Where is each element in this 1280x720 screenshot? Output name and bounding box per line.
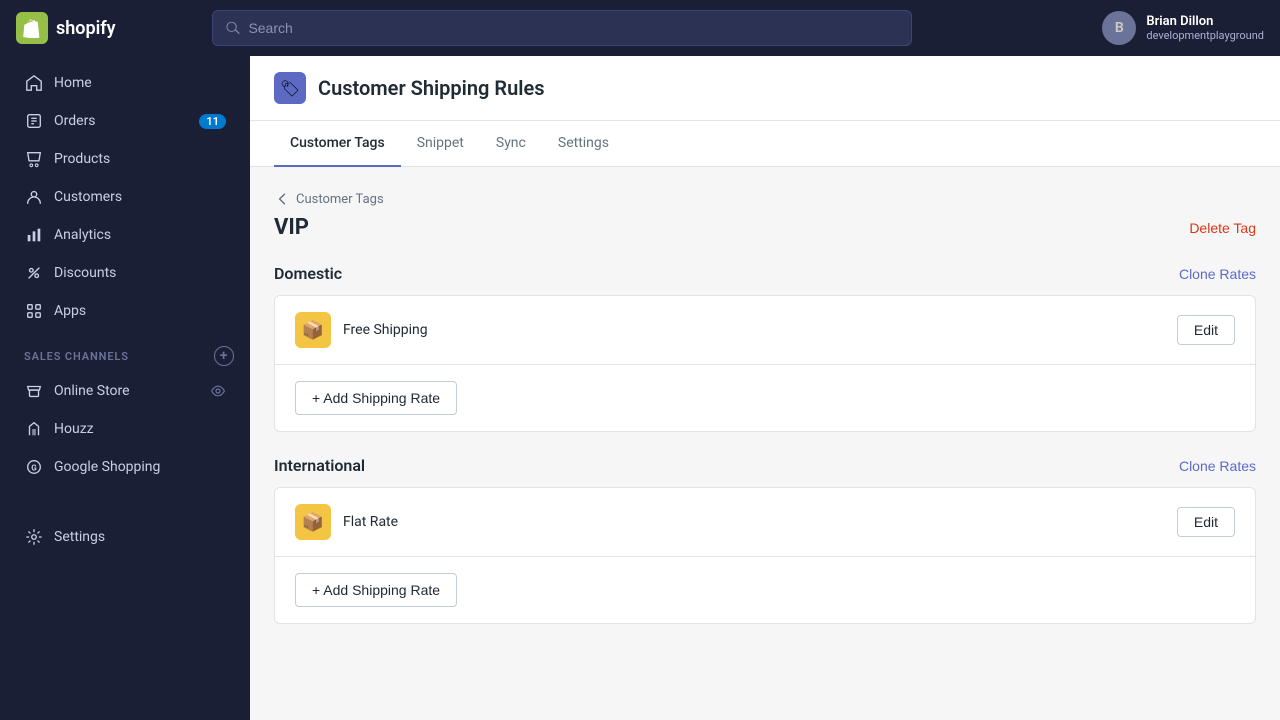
inner-content: Customer Tags VIP Delete Tag Domestic Cl… <box>250 167 1280 672</box>
international-edit-button[interactable]: Edit <box>1177 507 1235 537</box>
tag-title-row: VIP Delete Tag <box>274 215 1256 240</box>
sidebar-item-analytics[interactable]: Analytics <box>8 216 242 254</box>
svg-text:G: G <box>31 463 37 473</box>
sidebar-item-discounts-label: Discounts <box>54 265 116 281</box>
sidebar-item-online-store[interactable]: Online Store <box>8 372 242 410</box>
page-header-icon: 🏷 <box>274 72 306 104</box>
domestic-section-title: Domestic <box>274 264 342 283</box>
page-header: 🏷 Customer Shipping Rules <box>250 56 1280 121</box>
domestic-add-rate-row: + Add Shipping Rate <box>275 365 1255 431</box>
domestic-section-header: Domestic Clone Rates <box>274 264 1256 283</box>
sidebar-item-customers[interactable]: Customers <box>8 178 242 216</box>
products-icon <box>24 149 44 169</box>
user-sub: developmentplayground <box>1146 29 1264 42</box>
international-rate-icon: 📦 <box>295 504 331 540</box>
international-add-rate-row: + Add Shipping Rate <box>275 557 1255 623</box>
logo-text: shopify <box>56 18 116 39</box>
sidebar-item-apps-label: Apps <box>54 303 86 319</box>
sidebar-item-products[interactable]: Products <box>8 140 242 178</box>
domestic-rate-name: Free Shipping <box>343 322 1165 338</box>
eye-icon[interactable] <box>210 383 226 399</box>
international-rate-row: 📦 Flat Rate Edit <box>275 488 1255 557</box>
sidebar-item-home[interactable]: Home <box>8 64 242 102</box>
domestic-edit-button[interactable]: Edit <box>1177 315 1235 345</box>
domestic-add-rate-button[interactable]: + Add Shipping Rate <box>295 381 457 415</box>
logo-area: shopify <box>16 12 196 44</box>
analytics-icon <box>24 225 44 245</box>
settings-icon <box>24 527 44 547</box>
international-add-rate-button[interactable]: + Add Shipping Rate <box>295 573 457 607</box>
home-icon <box>24 73 44 93</box>
breadcrumb-link[interactable]: Customer Tags <box>296 192 384 207</box>
international-clone-rates-button[interactable]: Clone Rates <box>1179 458 1256 474</box>
sidebar-item-orders-label: Orders <box>54 113 96 129</box>
avatar: B <box>1102 11 1136 45</box>
tab-sync[interactable]: Sync <box>480 121 542 167</box>
tab-settings[interactable]: Settings <box>542 121 625 167</box>
search-icon <box>225 20 240 36</box>
domestic-clone-rates-button[interactable]: Clone Rates <box>1179 266 1256 282</box>
domestic-rate-icon: 📦 <box>295 312 331 348</box>
sidebar-item-customers-label: Customers <box>54 189 122 205</box>
top-nav: shopify B Brian Dillon developmentplaygr… <box>0 0 1280 56</box>
domestic-rate-row: 📦 Free Shipping Edit <box>275 296 1255 365</box>
sidebar-item-discounts[interactable]: Discounts <box>8 254 242 292</box>
search-input[interactable] <box>248 20 899 36</box>
sidebar-item-settings-label: Settings <box>54 529 105 545</box>
user-name: Brian Dillon <box>1146 14 1264 29</box>
shopify-logo-icon <box>16 12 48 44</box>
add-sales-channel-icon[interactable]: + <box>214 346 234 366</box>
store-icon <box>24 381 44 401</box>
apps-icon <box>24 301 44 321</box>
user-info: Brian Dillon developmentplayground <box>1146 14 1264 42</box>
international-section-header: International Clone Rates <box>274 456 1256 475</box>
houzz-icon <box>24 419 44 439</box>
google-icon: G <box>24 457 44 477</box>
international-rate-name: Flat Rate <box>343 514 1165 530</box>
orders-icon <box>24 111 44 131</box>
international-section-title: International <box>274 456 365 475</box>
sidebar-item-google-shopping-label: Google Shopping <box>54 459 160 475</box>
sidebar-item-online-store-label: Online Store <box>54 383 130 399</box>
tabs-bar: Customer Tags Snippet Sync Settings <box>250 121 1280 167</box>
sidebar: Home Orders 11 Products Customers <box>0 56 250 720</box>
content-area: 🏷 Customer Shipping Rules Customer Tags … <box>250 56 1280 720</box>
tag-title: VIP <box>274 215 309 240</box>
sidebar-item-orders[interactable]: Orders 11 <box>8 102 242 140</box>
sales-channels-section: SALES CHANNELS + <box>0 330 250 372</box>
delete-tag-button[interactable]: Delete Tag <box>1189 220 1256 236</box>
page-title: Customer Shipping Rules <box>318 76 545 100</box>
sales-channels-label: SALES CHANNELS <box>24 350 129 363</box>
sidebar-item-settings[interactable]: Settings <box>8 518 242 556</box>
sidebar-item-houzz[interactable]: Houzz <box>8 410 242 448</box>
sidebar-item-houzz-label: Houzz <box>54 421 94 437</box>
sidebar-item-home-label: Home <box>54 75 92 91</box>
breadcrumb: Customer Tags <box>274 191 1256 207</box>
sidebar-item-products-label: Products <box>54 151 110 167</box>
customers-icon <box>24 187 44 207</box>
breadcrumb-back-icon <box>274 191 290 207</box>
orders-badge: 11 <box>199 114 226 129</box>
search-bar[interactable] <box>212 10 912 46</box>
domestic-shipping-card: 📦 Free Shipping Edit + Add Shipping Rate <box>274 295 1256 432</box>
sidebar-item-analytics-label: Analytics <box>54 227 111 243</box>
tab-customer-tags[interactable]: Customer Tags <box>274 121 401 167</box>
user-area: B Brian Dillon developmentplayground <box>1102 11 1264 45</box>
sidebar-item-apps[interactable]: Apps <box>8 292 242 330</box>
discounts-icon <box>24 263 44 283</box>
international-shipping-card: 📦 Flat Rate Edit + Add Shipping Rate <box>274 487 1256 624</box>
main-layout: Home Orders 11 Products Customers <box>0 56 1280 720</box>
tab-snippet[interactable]: Snippet <box>401 121 480 167</box>
sidebar-item-google-shopping[interactable]: G Google Shopping <box>8 448 242 486</box>
